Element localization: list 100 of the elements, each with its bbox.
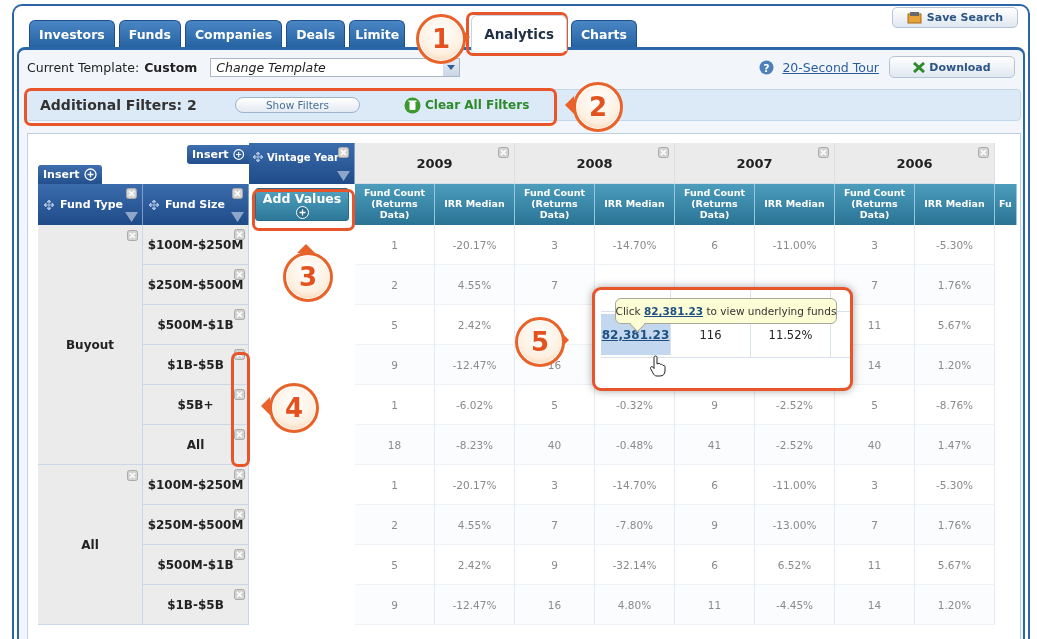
close-icon[interactable]: [126, 188, 137, 199]
table-cell: -13.00%: [772, 518, 817, 531]
tab[interactable]: Charts: [570, 20, 638, 47]
sort-icon[interactable]: [337, 171, 350, 181]
table-cell: -6.02%: [455, 398, 494, 411]
tab[interactable]: Limite: [349, 20, 406, 47]
add-values-button[interactable]: Add Values: [255, 188, 349, 221]
table-cell: -5.30%: [935, 238, 974, 251]
tab[interactable]: Funds: [118, 20, 181, 47]
table-cell: 1: [391, 398, 398, 411]
plus-icon: [295, 206, 309, 219]
fund-size-label: $1B-$5B: [167, 357, 224, 372]
move-icon[interactable]: [44, 199, 54, 210]
table-cell: -8.23%: [455, 438, 494, 451]
move-icon[interactable]: [149, 199, 159, 210]
table-cell: 3: [551, 238, 558, 251]
table-cell: 3: [871, 238, 878, 251]
measure-header: Fund Count (Returns Data): [675, 184, 755, 225]
close-icon[interactable]: [234, 269, 245, 280]
table-cell: 3: [551, 478, 558, 491]
sort-icon[interactable]: [231, 212, 244, 222]
close-icon[interactable]: [978, 147, 989, 158]
year-header: 2007: [675, 143, 835, 184]
trash-icon: [404, 96, 421, 114]
measure-header: Fund Count (Returns Data): [355, 184, 435, 225]
spreadsheet-icon: [913, 61, 926, 73]
table-cell: 18: [387, 438, 402, 451]
table-cell: 6: [711, 238, 718, 251]
field-header[interactable]: Fund Type: [60, 198, 124, 211]
close-icon[interactable]: [234, 509, 245, 520]
close-icon[interactable]: [127, 230, 138, 241]
table-cell: -0.48%: [615, 438, 654, 451]
pointer-hand-icon: [649, 355, 667, 377]
insert-row-button[interactable]: Insert: [38, 165, 102, 184]
show-filters-button[interactable]: Show Filters: [235, 97, 360, 113]
close-icon[interactable]: [234, 549, 245, 560]
fund-type-label: All: [81, 537, 99, 552]
close-icon[interactable]: [234, 309, 245, 320]
insert-column-button[interactable]: Insert: [187, 145, 249, 164]
field-header[interactable]: Fund Size: [165, 198, 225, 211]
table-cell: -14.70%: [612, 478, 657, 491]
value-link[interactable]: 82,381.23: [643, 305, 704, 317]
table-cell: 4.55%: [457, 278, 492, 291]
year-header: 2006: [835, 143, 995, 184]
fund-size-label: $1B-$5B: [167, 597, 224, 612]
measure-header: IRR Median: [915, 184, 995, 225]
tour-link[interactable]: 20-Second Tour: [782, 59, 879, 75]
table-cell: 6.52%: [777, 558, 812, 571]
close-icon[interactable]: [232, 188, 243, 199]
template-dropdown[interactable]: Change Template: [210, 57, 461, 77]
tab[interactable]: Investors: [29, 20, 115, 47]
table-cell: -2.52%: [775, 438, 814, 451]
fund-size-label: $250M-$500M: [147, 517, 244, 532]
close-icon[interactable]: [234, 349, 245, 360]
close-icon[interactable]: [234, 229, 245, 240]
table-cell: 6: [711, 478, 718, 491]
table-cell: 41: [707, 438, 722, 451]
table-cell: 40: [867, 438, 882, 451]
close-icon[interactable]: [234, 429, 245, 440]
fund-size-label: $100M-$250M: [147, 477, 244, 492]
close-icon[interactable]: [658, 147, 669, 158]
fund-type-label: Buyout: [65, 337, 114, 352]
table-cell: 9: [391, 358, 398, 371]
fund-size-label: All: [186, 437, 205, 452]
field-header[interactable]: Vintage Year: [267, 152, 339, 163]
sort-icon[interactable]: [125, 212, 138, 222]
template-name: Custom: [144, 59, 198, 75]
close-icon[interactable]: [498, 147, 509, 158]
close-icon[interactable]: [127, 470, 138, 481]
save-search-button[interactable]: Save Search: [892, 7, 1018, 28]
table-cell: -8.76%: [935, 398, 974, 411]
tab[interactable]: Companies: [184, 20, 283, 47]
year-header: 2009: [355, 143, 515, 184]
close-icon[interactable]: [234, 469, 245, 480]
table-cell: 9: [711, 398, 718, 411]
table-cell: 2.42%: [457, 558, 492, 571]
tab[interactable]: Analytics: [471, 15, 567, 51]
download-button[interactable]: Download: [889, 56, 1015, 78]
table-cell: 2: [391, 278, 398, 291]
fund-size-label: $500M-$1B: [157, 317, 234, 332]
table-cell: 5: [551, 398, 558, 411]
table-cell: -5.30%: [935, 478, 974, 491]
close-icon[interactable]: [234, 589, 245, 600]
table-cell: 5: [391, 318, 398, 331]
close-icon[interactable]: [338, 147, 349, 158]
close-icon[interactable]: [234, 389, 245, 400]
tab[interactable]: Deals: [286, 20, 346, 47]
table-cell: 11: [707, 598, 722, 611]
table-cell: 4.55%: [457, 518, 492, 531]
close-icon[interactable]: [818, 147, 829, 158]
template-label: Current Template:: [27, 59, 140, 75]
help-icon[interactable]: ?: [759, 59, 775, 75]
fund-size-label: $250M-$500M: [147, 277, 244, 292]
table-cell: -11.00%: [772, 478, 817, 491]
table-cell: -4.45%: [775, 598, 814, 611]
fund-size-label: $500M-$1B: [157, 557, 234, 572]
clear-filters-button[interactable]: Clear All Filters: [404, 96, 530, 114]
move-icon[interactable]: [253, 152, 263, 162]
table-cell: 1.20%: [937, 358, 972, 371]
measure-header: Fund Count (Returns Data): [515, 184, 595, 225]
